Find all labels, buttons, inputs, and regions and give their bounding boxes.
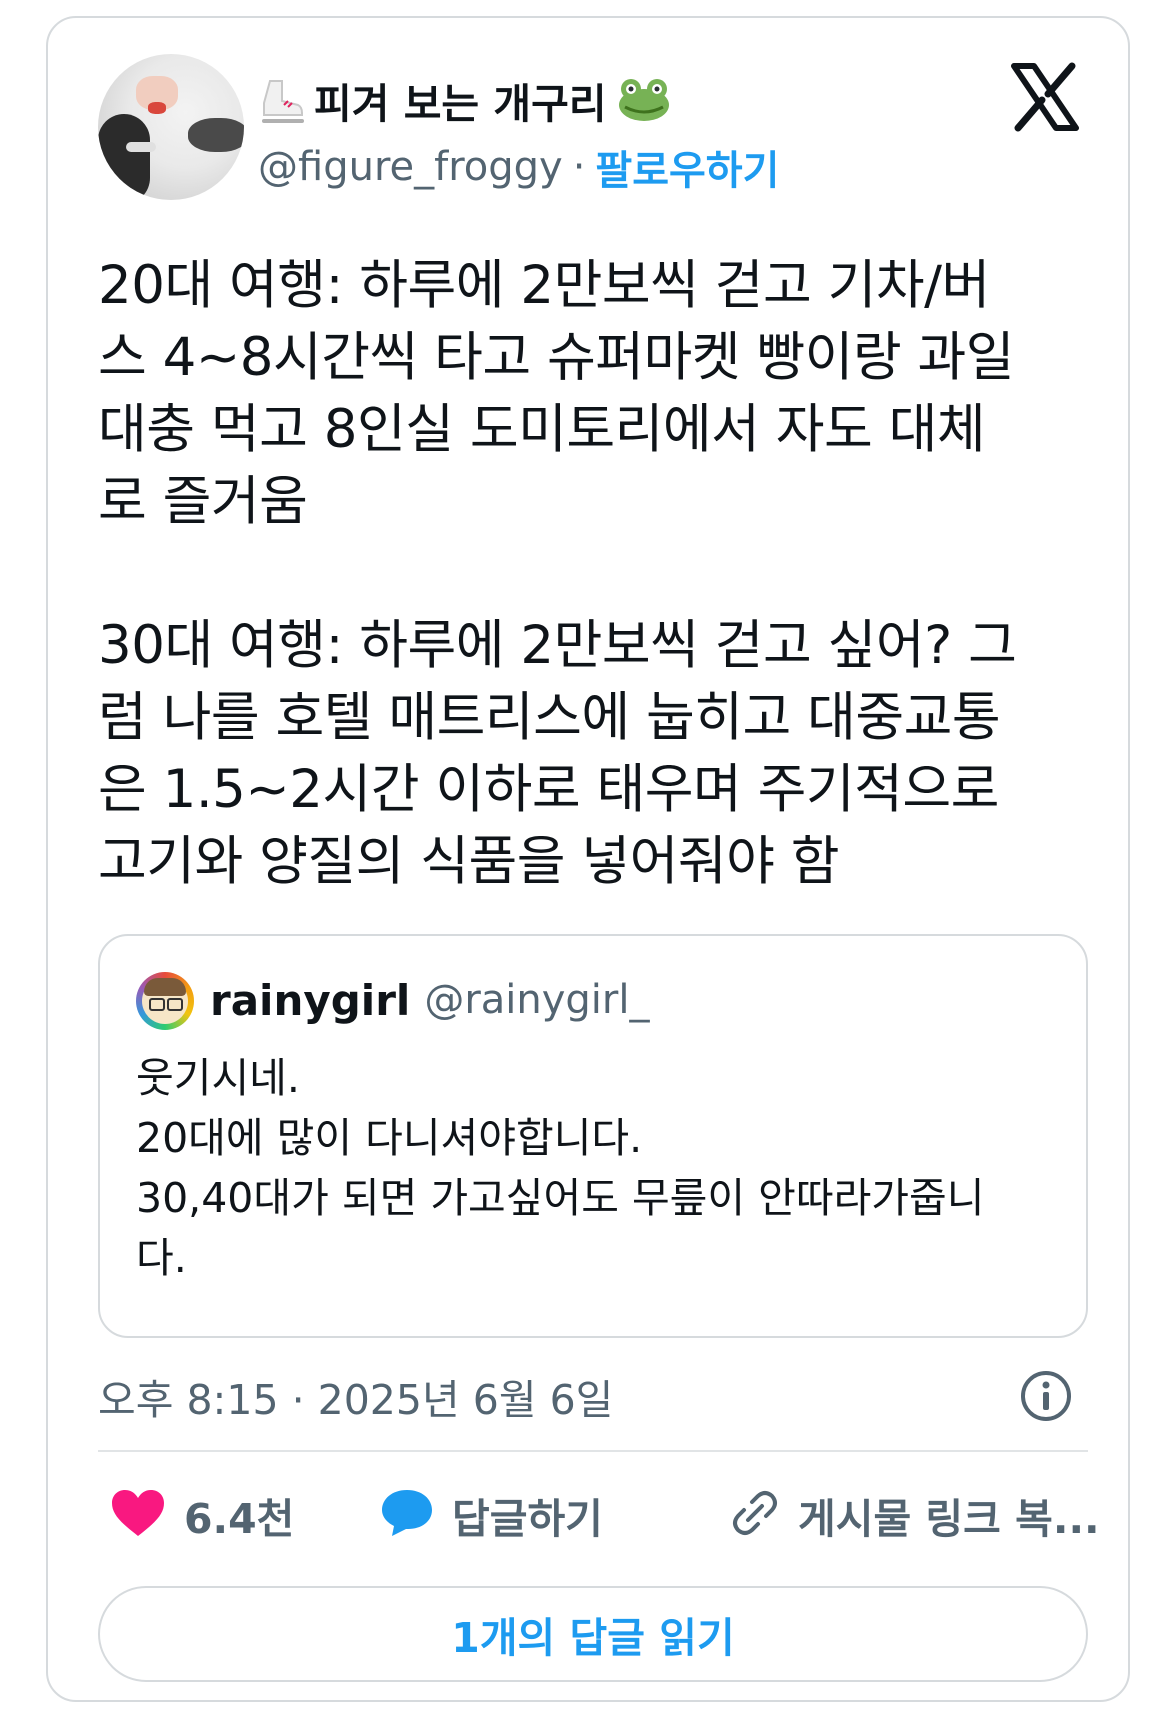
quoted-handle: @rainygirl_ — [424, 977, 650, 1023]
copy-link-label: 게시물 링크 복... — [798, 1495, 1100, 1543]
like-button[interactable]: 6.4천 — [110, 1480, 294, 1550]
tweet-timestamp[interactable]: 오후 8:15 · 2025년 6월 6일 — [98, 1368, 613, 1424]
author-name-row[interactable]: 피겨 보는 개구리 — [258, 70, 671, 130]
copy-link-button[interactable]: 게시물 링크 복... — [730, 1480, 1100, 1550]
link-icon — [730, 1488, 780, 1542]
author-display-name: 피겨 보는 개구리 — [314, 80, 607, 128]
speech-bubble-icon — [380, 1488, 434, 1542]
separator-dot: · — [572, 144, 586, 190]
follow-button[interactable]: 팔로우하기 — [595, 138, 779, 196]
quoted-author-avatar — [136, 972, 194, 1030]
info-icon[interactable] — [1018, 1368, 1074, 1424]
reply-label: 답글하기 — [452, 1495, 603, 1543]
divider — [98, 1450, 1088, 1452]
ice-skate-icon — [258, 75, 304, 125]
action-bar: 6.4천 답글하기 게시물 링크 복... — [98, 1480, 1100, 1550]
author-avatar[interactable] — [98, 54, 244, 200]
x-logo-icon[interactable] — [1010, 62, 1080, 132]
frog-face-icon — [617, 77, 671, 123]
heart-icon — [110, 1488, 166, 1542]
reply-button[interactable]: 답글하기 — [380, 1480, 603, 1550]
quoted-display-name: rainygirl — [210, 975, 411, 1025]
author-handle[interactable]: @figure_froggy — [258, 144, 563, 190]
quoted-tweet-text: 웃기시네. 20대에 많이 다니셔야합니다. 30,40대가 되면 가고싶어도 … — [136, 1054, 985, 1282]
quoted-tweet[interactable]: rainygirl @rainygirl_ 웃기시네. 20대에 많이 다니셔야… — [98, 934, 1088, 1338]
read-replies-button[interactable]: 1개의 답글 읽기 — [98, 1586, 1088, 1682]
author-handle-row: @figure_froggy · 팔로우하기 — [258, 142, 779, 194]
tweet-text: 20대 여행: 하루에 2만보씩 걷고 기차/버 스 4~8시간씩 타고 슈퍼마… — [98, 255, 1017, 892]
quoted-author-row: rainygirl @rainygirl_ — [210, 970, 649, 1030]
like-count: 6.4천 — [184, 1495, 295, 1543]
tweet-card: 피겨 보는 개구리 @figure_froggy · 팔로우하기 20대 여행: — [46, 16, 1130, 1702]
